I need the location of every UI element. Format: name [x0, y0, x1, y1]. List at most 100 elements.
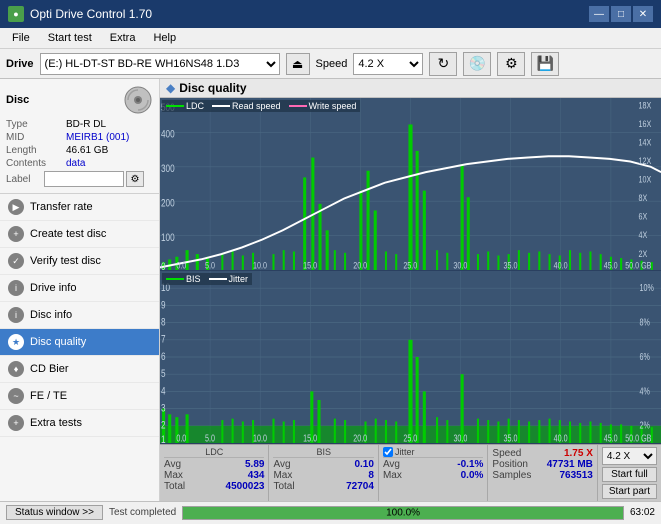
sidebar-item-extra-tests[interactable]: + Extra tests [0, 410, 159, 437]
sidebar-item-fe-te[interactable]: ~ FE / TE [0, 383, 159, 410]
svg-text:6%: 6% [640, 351, 651, 363]
bis-max-val: 8 [368, 470, 374, 481]
svg-text:100: 100 [161, 232, 175, 244]
svg-text:45.0: 45.0 [604, 261, 618, 270]
eject-button[interactable]: ⏏ [286, 53, 310, 75]
sidebar-item-drive-info[interactable]: i Drive info [0, 275, 159, 302]
svg-text:0.0: 0.0 [176, 261, 186, 270]
svg-text:4%: 4% [640, 385, 651, 397]
main-content: Disc Type BD-R DL MID MEIRB1 (001) L [0, 79, 661, 501]
extra-tests-icon: + [8, 415, 24, 431]
svg-text:0: 0 [161, 261, 166, 270]
menu-help[interactable]: Help [145, 30, 184, 46]
svg-text:300: 300 [161, 163, 175, 175]
samples-label: Samples [492, 470, 531, 481]
disc-type-value: BD-R DL [66, 119, 106, 130]
speed-select[interactable]: 4.2 X [353, 53, 423, 75]
svg-text:20.0: 20.0 [353, 261, 367, 270]
ldc-stats: LDC Avg 5.89 Max 434 Total 4500023 [160, 445, 269, 501]
sidebar-item-create-test-disc[interactable]: + Create test disc [0, 221, 159, 248]
menu-file[interactable]: File [4, 30, 38, 46]
sidebar-label-cd-bier: CD Bier [30, 363, 69, 375]
speed-dropdown[interactable]: 4.2 X [602, 447, 657, 465]
svg-text:30.0: 30.0 [453, 432, 467, 443]
drive-bar: Drive (E:) HL-DT-ST BD-RE WH16NS48 1.D3 … [0, 49, 661, 79]
disc-mid-value: MEIRB1 (001) [66, 132, 129, 143]
disc-icon [123, 85, 153, 115]
jitter-checkbox[interactable] [383, 447, 393, 457]
right-panel: ◆ Disc quality LDC Read speed [160, 79, 661, 501]
control-column: 4.2 X Start full Start part [598, 445, 661, 501]
maximize-button[interactable]: □ [611, 6, 631, 22]
svg-text:15.0: 15.0 [303, 432, 317, 443]
samples-val: 763513 [560, 470, 593, 481]
start-full-button[interactable]: Start full [602, 467, 657, 482]
start-part-button[interactable]: Start part [602, 484, 657, 499]
svg-text:6: 6 [161, 351, 166, 364]
disc-button[interactable]: 💿 [463, 52, 491, 76]
sidebar-item-disc-info[interactable]: i Disc info [0, 302, 159, 329]
sidebar-label-verify-test-disc: Verify test disc [30, 255, 101, 267]
svg-text:3: 3 [161, 402, 166, 415]
position-val: 47731 MB [547, 459, 593, 470]
refresh-button[interactable]: ↻ [429, 52, 457, 76]
svg-text:5.0: 5.0 [205, 432, 215, 443]
svg-text:50.0 GB: 50.0 GB [625, 432, 651, 443]
svg-text:8X: 8X [639, 193, 648, 203]
label-row: Label ⚙ [6, 171, 153, 187]
disc-label-btn[interactable]: ⚙ [126, 171, 144, 187]
drive-info-icon: i [8, 280, 24, 296]
sidebar-label-disc-info: Disc info [30, 309, 72, 321]
speed-stat-label: Speed [492, 448, 521, 459]
svg-text:14X: 14X [639, 138, 652, 148]
svg-text:15.0: 15.0 [303, 261, 317, 270]
sidebar-label-fe-te: FE / TE [30, 390, 67, 402]
jitter-stats: Jitter Avg -0.1% Max 0.0% [379, 445, 488, 501]
svg-text:35.0: 35.0 [504, 261, 518, 270]
close-button[interactable]: ✕ [633, 6, 653, 22]
disc-label-label: Label [6, 174, 44, 185]
sidebar-label-extra-tests: Extra tests [30, 417, 82, 429]
svg-text:2%: 2% [640, 419, 651, 431]
svg-text:5.0: 5.0 [205, 261, 215, 270]
sidebar-item-disc-quality[interactable]: ★ Disc quality [0, 329, 159, 356]
drive-select[interactable]: (E:) HL-DT-ST BD-RE WH16NS48 1.D3 [40, 53, 280, 75]
settings-button[interactable]: ⚙ [497, 52, 525, 76]
bis-avg-val: 0.10 [354, 459, 373, 470]
svg-text:6X: 6X [639, 212, 648, 222]
svg-text:2X: 2X [639, 249, 648, 259]
svg-text:10X: 10X [639, 175, 652, 185]
menu-extra[interactable]: Extra [102, 30, 144, 46]
write-speed-legend: Write speed [289, 101, 357, 111]
app-icon: ● [8, 6, 24, 22]
sidebar-item-cd-bier[interactable]: ♦ CD Bier [0, 356, 159, 383]
sidebar-item-transfer-rate[interactable]: ▶ Transfer rate [0, 194, 159, 221]
disc-length-label: Length [6, 145, 66, 156]
stats-bar: LDC Avg 5.89 Max 434 Total 4500023 [160, 444, 661, 501]
ldc-total-val: 4500023 [226, 481, 265, 492]
jitter-legend: Jitter [209, 274, 249, 284]
minimize-button[interactable]: — [589, 6, 609, 22]
jitter-avg-val: -0.1% [457, 459, 483, 470]
ldc-header: LDC [164, 447, 264, 458]
svg-text:8: 8 [161, 316, 166, 329]
disc-mid-field: MID MEIRB1 (001) [6, 132, 153, 143]
save-button[interactable]: 💾 [531, 52, 559, 76]
svg-text:4: 4 [161, 385, 166, 398]
status-window-button[interactable]: Status window >> [6, 505, 103, 520]
svg-text:30.0: 30.0 [453, 261, 467, 270]
disc-length-field: Length 46.61 GB [6, 145, 153, 156]
ldc-avg-val: 5.89 [245, 459, 264, 470]
drive-label: Drive [6, 58, 34, 70]
disc-label-input[interactable] [44, 171, 124, 187]
status-bar: Status window >> Test completed 100.0% 6… [0, 501, 661, 523]
menu-start-test[interactable]: Start test [40, 30, 100, 46]
sidebar-item-verify-test-disc[interactable]: ✓ Verify test disc [0, 248, 159, 275]
disc-contents-value: data [66, 158, 85, 169]
svg-text:2: 2 [161, 419, 166, 432]
svg-text:40.0: 40.0 [554, 261, 568, 270]
read-speed-legend: Read speed [212, 101, 281, 111]
elapsed-time: 63:02 [630, 507, 655, 518]
disc-info-icon: i [8, 307, 24, 323]
panel-header: ◆ Disc quality [160, 79, 661, 98]
